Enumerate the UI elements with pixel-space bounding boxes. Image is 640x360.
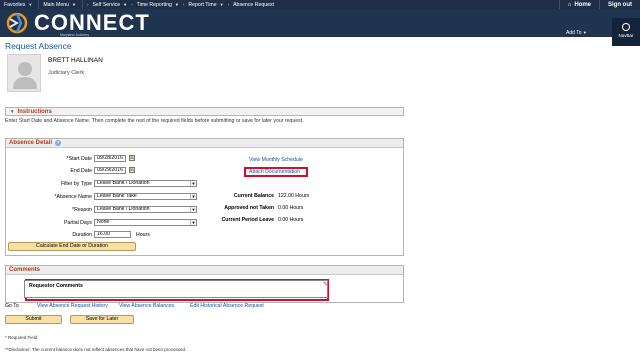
main-menu-label: Main Menu — [43, 1, 69, 8]
current-period-leave-label: Current Period Leave — [221, 217, 274, 223]
approved-not-taken-value: 0.00 Hours — [278, 205, 304, 211]
start-date-label: *Start Date — [66, 156, 92, 162]
view-monthly-schedule-link[interactable]: View Monthly Schedule — [249, 157, 303, 163]
brand-subtitle: Maryland Judiciary — [60, 33, 90, 37]
top-right-actions: ⌂ Home Sign out — [558, 0, 640, 9]
home-label: Home — [574, 1, 591, 8]
reason-label: *Reason — [72, 207, 92, 213]
home-icon: ⌂ — [567, 1, 572, 8]
sign-out-label: Sign out — [608, 1, 632, 8]
end-date-label: End Date — [70, 168, 92, 174]
breadcrumb-time-reporting[interactable]: Time Reporting — [137, 2, 172, 8]
header-banner: CONNECT Maryland Judiciary Add To ▼ NavB… — [0, 9, 640, 46]
comments-header: Comments — [6, 266, 403, 275]
current-balance-label: Current Balance — [233, 193, 274, 199]
edit-historical-absence-link[interactable]: Edit Historical Absence Request — [190, 303, 264, 309]
duration-label: Duration — [72, 232, 92, 238]
chevron-down-icon: ▼ — [190, 181, 196, 186]
current-period-leave-value: 0.00 Hours — [278, 217, 304, 223]
chevron-down-icon: ▼ — [71, 2, 76, 7]
calculate-button[interactable]: Calculate End Date or Duration — [8, 242, 136, 251]
duration-unit: Hours — [136, 232, 150, 238]
absence-name-select[interactable]: Leave Bank Take ▼ — [94, 193, 197, 200]
partial-days-value: None — [97, 219, 110, 225]
view-absence-balances-link[interactable]: View Absence Balances — [119, 303, 174, 309]
end-date-input[interactable]: 09/29/2016 — [94, 167, 126, 174]
compass-icon — [622, 23, 630, 31]
chevron-right-icon: › — [131, 2, 133, 7]
chevron-down-icon: ▼ — [190, 220, 196, 225]
chevron-down-icon: ▼ — [190, 207, 196, 212]
absence-detail-header: Absence Detail ? — [6, 139, 403, 148]
absence-detail-title: Absence Detail — [9, 140, 53, 146]
attach-documentation-link[interactable]: Attach Documentation — [249, 169, 300, 175]
filter-type-value: Leave Bank / Donation — [97, 180, 150, 186]
instructions-title: Instructions — [17, 108, 52, 115]
breadcrumb: › Self Service ▼ › Time Reporting ▼ › Repo… — [83, 2, 274, 8]
required-field-note: * Required Field — [5, 335, 38, 340]
reason-select[interactable]: Leave Bank / Donation ▼ — [94, 206, 197, 213]
brand-name: CONNECT — [34, 10, 150, 35]
chevron-down-icon: ▼ — [219, 2, 224, 7]
top-menu-bar: Favorites ▼ Main Menu ▼ › Self Service ▼ › … — [0, 0, 640, 9]
approved-not-taken-label: Approved not Taken — [224, 205, 274, 211]
filter-type-select[interactable]: Leave Bank / Donation ▼ — [94, 180, 197, 187]
instructions-header[interactable]: ▼ Instructions — [5, 107, 404, 116]
absence-name-value: Leave Bank Take — [97, 193, 137, 199]
chevron-right-icon: › — [182, 2, 185, 7]
reason-value: Leave Bank / Donation — [97, 206, 150, 212]
calendar-icon[interactable]: 31 — [129, 167, 135, 173]
help-icon[interactable]: ? — [55, 140, 62, 146]
sign-out-button[interactable]: Sign out — [599, 0, 640, 9]
chevron-down-icon: ▼ — [582, 30, 587, 35]
comments-title: Comments — [9, 267, 41, 273]
duration-input[interactable]: 16.00 — [94, 231, 131, 238]
chevron-down-icon: ▼ — [28, 2, 33, 7]
employee-photo — [7, 54, 41, 92]
main-menu[interactable]: Main Menu ▼ — [39, 0, 83, 9]
employee-job-title: Judiciary Clerk — [48, 70, 85, 76]
calendar-icon[interactable]: 31 — [129, 155, 135, 161]
breadcrumb-absence-request[interactable]: Absence Request — [233, 2, 274, 8]
submit-button[interactable]: Submit — [5, 315, 62, 324]
partial-days-select[interactable]: None ▼ — [94, 219, 197, 226]
requestor-comments-label: Requestor Comments — [29, 283, 83, 289]
connect-logo-icon — [6, 12, 28, 34]
filter-type-label: Filter by Type — [60, 181, 92, 187]
add-to-label: Add To — [566, 30, 582, 36]
absence-name-label: *Absence Name — [54, 194, 93, 200]
chevron-right-icon: › — [86, 2, 89, 7]
disclaimer-note: **Disclaimer: The current balance does n… — [5, 347, 187, 352]
add-to-menu[interactable]: Add To ▼ — [566, 30, 587, 36]
view-absence-history-link[interactable]: View Absence Request History — [37, 303, 108, 309]
employee-name: BRETT HALLINAN — [48, 57, 103, 64]
chevron-down-icon: ▼ — [190, 194, 196, 199]
chevron-down-icon: ▼ — [174, 2, 179, 7]
navbar-label: NavBar — [618, 33, 634, 38]
chevron-right-icon: › — [227, 2, 230, 7]
start-date-input[interactable]: 09/28/2016 — [94, 155, 126, 162]
favorites-menu[interactable]: Favorites ▼ — [0, 0, 40, 9]
chevron-down-icon: ▼ — [123, 2, 128, 7]
navbar-button[interactable]: NavBar — [612, 18, 640, 46]
page-title: Request Absence — [5, 41, 72, 51]
breadcrumb-self-service[interactable]: Self Service — [92, 2, 120, 8]
goto-label: Go To — [5, 303, 19, 309]
spellcheck-icon[interactable]: ✎ — [323, 281, 328, 288]
save-for-later-button[interactable]: Save for Later — [70, 315, 134, 324]
collapse-triangle-icon: ▼ — [10, 109, 15, 114]
instructions-text: Enter Start Date and Absence Name. Then … — [5, 118, 304, 124]
partial-days-label: Partial Days — [64, 220, 92, 226]
avatar-icon — [13, 62, 37, 89]
breadcrumb-report-time[interactable]: Report Time — [188, 2, 216, 8]
requestor-comments-field[interactable]: Requestor Comments — [24, 280, 328, 298]
favorites-label: Favorites — [4, 1, 26, 8]
current-balance-value: 122.00 Hours — [278, 193, 310, 199]
home-button[interactable]: ⌂ Home — [558, 0, 599, 9]
